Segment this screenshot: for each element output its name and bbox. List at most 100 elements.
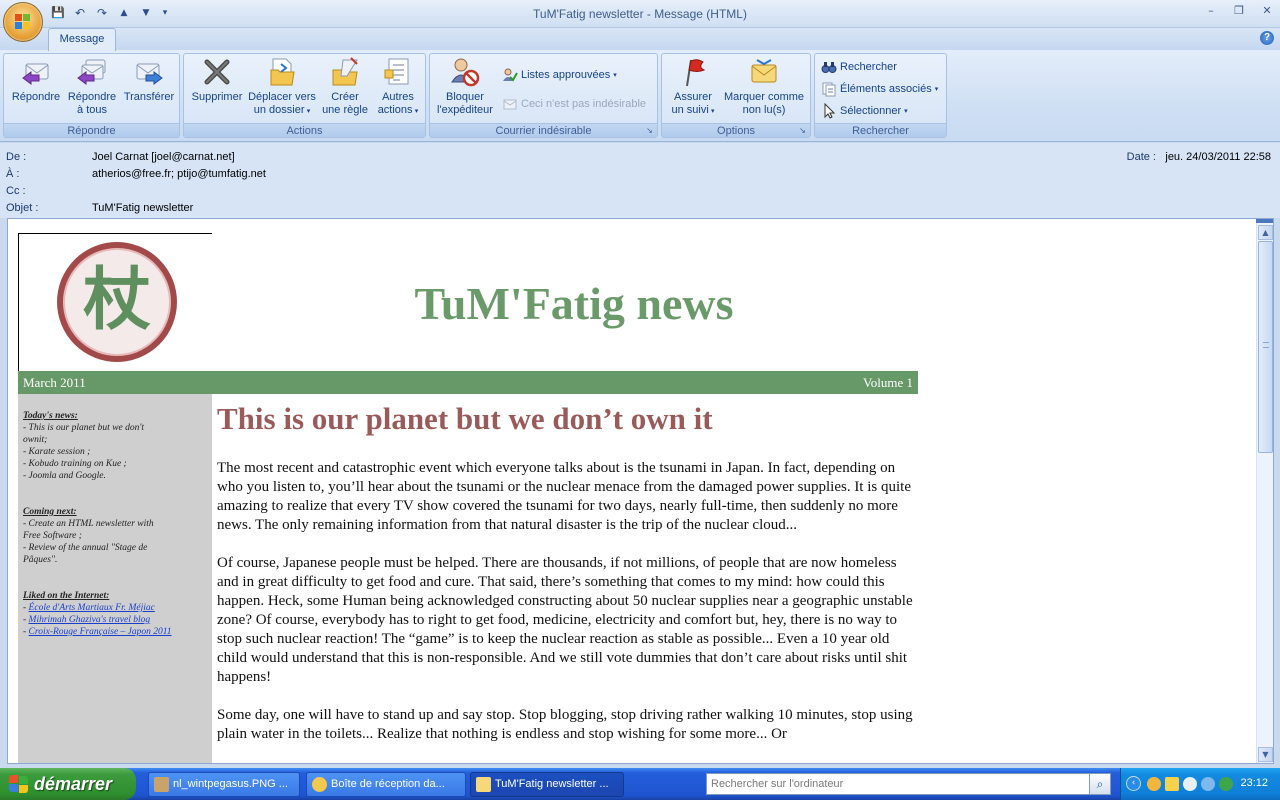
delete-button[interactable]: Supprimer — [186, 56, 248, 104]
taskbar: démarrer nl_wintpegasus.PNG ... Boîte de… — [0, 768, 1280, 800]
vertical-scrollbar[interactable]: ▲ ▼ — [1256, 219, 1273, 763]
help-icon[interactable]: ? — [1260, 31, 1274, 45]
split-handle[interactable] — [1256, 219, 1273, 223]
forward-button[interactable]: Transférer — [120, 56, 178, 104]
find-button[interactable]: Rechercher — [821, 58, 897, 76]
security-icon[interactable] — [1219, 777, 1233, 791]
mark-unread-label-line1: Marquer comme — [723, 91, 805, 103]
logo-glyph: 杖 — [82, 261, 151, 340]
window-title: TuM'Fatig newsletter - Message (HTML) — [533, 7, 747, 21]
safe-list-icon — [502, 67, 518, 83]
group-options: Assurer un suivi ▾ Marquer comme non lu(… — [661, 53, 811, 138]
safe-lists-button[interactable]: Listes approuvées ▾ — [502, 66, 617, 84]
forward-icon — [133, 56, 165, 88]
shield-icon[interactable] — [1165, 777, 1179, 791]
mark-unread-button[interactable]: Marquer comme non lu(s) — [720, 56, 808, 117]
delete-label: Supprimer — [191, 91, 243, 103]
windows-flag-icon — [9, 775, 29, 793]
todays-news-item: - Joomla and Google. — [23, 471, 106, 481]
reply-button[interactable]: Répondre — [8, 56, 64, 104]
todays-news-item: ownit; — [23, 435, 48, 445]
subject-label: Objet : — [6, 202, 39, 214]
group-courrier-indesirable: Bloquer l'expéditeur Listes approuvées ▾… — [429, 53, 658, 138]
minimize-button[interactable]: – — [1204, 4, 1218, 17]
other-actions-label-line2: actions — [377, 104, 413, 116]
newsletter-date-bar: March 2011 Volume 1 — [18, 371, 918, 394]
find-label: Rechercher — [840, 61, 897, 73]
group-repondre: Répondre Répondre à tous Transférer Répo… — [3, 53, 180, 138]
scroll-up-button[interactable]: ▲ — [1258, 225, 1273, 240]
not-junk-icon — [502, 96, 518, 112]
newsletter: 杖 TuM'Fatig news March 2011 Volume 1 Tod… — [18, 233, 918, 763]
taskbar-item-paint[interactable]: nl_wintpegasus.PNG ... — [148, 772, 300, 797]
network-icon[interactable] — [1201, 777, 1215, 791]
todays-news-item: - Karate session ; — [23, 447, 91, 457]
to-label: À : — [6, 168, 20, 180]
newsletter-article: This is our planet but we don’t own it T… — [217, 394, 917, 763]
newsletter-sidebar: Today's news: - This is our planet but w… — [18, 394, 212, 763]
taskbar-item-inbox[interactable]: Boîte de réception da... — [306, 772, 466, 797]
chevron-left-icon[interactable]: ‹ — [1126, 776, 1141, 791]
link-croix-rouge[interactable]: Croix-Rouge Française – Japon 2011 — [29, 627, 172, 637]
reply-all-button[interactable]: Répondre à tous — [64, 56, 120, 117]
chevron-down-icon: ▾ — [708, 107, 715, 115]
taskbar-item-label: TuM'Fatig newsletter ... — [495, 778, 609, 790]
issue-date: March 2011 — [23, 375, 86, 390]
group-label-courrier: Courrier indésirable — [430, 123, 657, 137]
desktop-search-input[interactable]: Rechercher sur l'ordinateur — [706, 773, 1090, 795]
start-button[interactable]: démarrer — [0, 768, 136, 800]
reply-all-label-line2: à tous — [77, 104, 107, 116]
start-label: démarrer — [34, 774, 113, 794]
subject-value: TuM'Fatig newsletter — [92, 202, 194, 214]
block-sender-button[interactable]: Bloquer l'expéditeur — [432, 56, 498, 117]
link-travel-blog[interactable]: Mihrimah Ghaziva's travel blog — [29, 615, 151, 625]
group-label-repondre: Répondre — [4, 123, 179, 137]
close-button[interactable]: ✕ — [1260, 4, 1274, 17]
follow-up-button[interactable]: Assurer un suivi ▾ — [664, 56, 722, 118]
liked-item: - Croix-Rouge Française – Japon 2011 — [23, 627, 172, 637]
create-rule-button[interactable]: Créer une règle — [318, 56, 372, 117]
tab-message[interactable]: Message — [48, 28, 116, 51]
taskbar-item-newsletter[interactable]: TuM'Fatig newsletter ... — [470, 772, 624, 797]
reply-label: Répondre — [11, 91, 61, 103]
binoculars-icon — [821, 59, 837, 75]
select-button[interactable]: Sélectionner ▾ — [821, 102, 908, 120]
dialog-launcher-icon[interactable]: ↘ — [645, 126, 654, 135]
message-body[interactable]: 杖 TuM'Fatig news March 2011 Volume 1 Tod… — [7, 218, 1274, 764]
ribbon: Répondre Répondre à tous Transférer Répo… — [0, 50, 1280, 142]
other-actions-icon — [382, 56, 414, 88]
newsletter-logo: 杖 — [57, 242, 177, 362]
not-junk-label: Ceci n'est pas indésirable — [521, 98, 647, 110]
scroll-down-button[interactable]: ▼ — [1258, 747, 1273, 762]
article-paragraph: Some day, one will have to stand up and … — [217, 707, 913, 742]
chevron-down-icon: ▾ — [904, 107, 908, 115]
follow-up-label-line1: Assurer — [674, 91, 712, 103]
search-icon[interactable]: ⌕ — [1089, 773, 1111, 795]
ribbon-tab-strip: Message ? — [0, 28, 1280, 51]
messenger-icon[interactable] — [1147, 777, 1161, 791]
related-items-label: Éléments associés — [840, 83, 932, 95]
search-tray-icon[interactable] — [1183, 777, 1197, 791]
paint-icon — [154, 777, 169, 792]
move-to-folder-button[interactable]: Déplacer vers un dossier ▾ — [246, 56, 318, 118]
office-button[interactable] — [3, 2, 43, 42]
other-actions-label-line1: Autres — [382, 91, 414, 103]
maximize-button[interactable]: ❐ — [1232, 4, 1246, 17]
from-value[interactable]: Joel Carnat [joel@carnat.net] — [92, 151, 235, 163]
dialog-launcher-icon[interactable]: ↘ — [798, 126, 807, 135]
block-sender-icon — [449, 56, 481, 88]
group-rechercher: Rechercher Éléments associés ▾ Sélection… — [814, 53, 947, 138]
to-value[interactable]: atherios@free.fr; ptijo@tumfatig.net — [92, 168, 266, 180]
move-folder-icon — [266, 56, 298, 88]
other-actions-button[interactable]: Autres actions ▾ — [372, 56, 424, 118]
related-items-button[interactable]: Éléments associés ▾ — [821, 80, 938, 98]
reply-all-label-line1: Répondre — [67, 91, 117, 103]
article-paragraph: The most recent and catastrophic event w… — [217, 460, 911, 533]
clock: 23:12 — [1240, 777, 1268, 789]
todays-news-heading: Today's news: — [23, 411, 78, 421]
liked-item: - Mihrimah Ghaziva's travel blog — [23, 615, 151, 625]
link-ecole-arts-martiaux[interactable]: École d'Arts Martiaux Fr. Méjiac — [29, 603, 155, 613]
coming-next-heading: Coming next: — [23, 507, 77, 517]
scroll-thumb[interactable] — [1258, 241, 1273, 453]
safe-lists-label: Listes approuvées — [521, 69, 611, 81]
